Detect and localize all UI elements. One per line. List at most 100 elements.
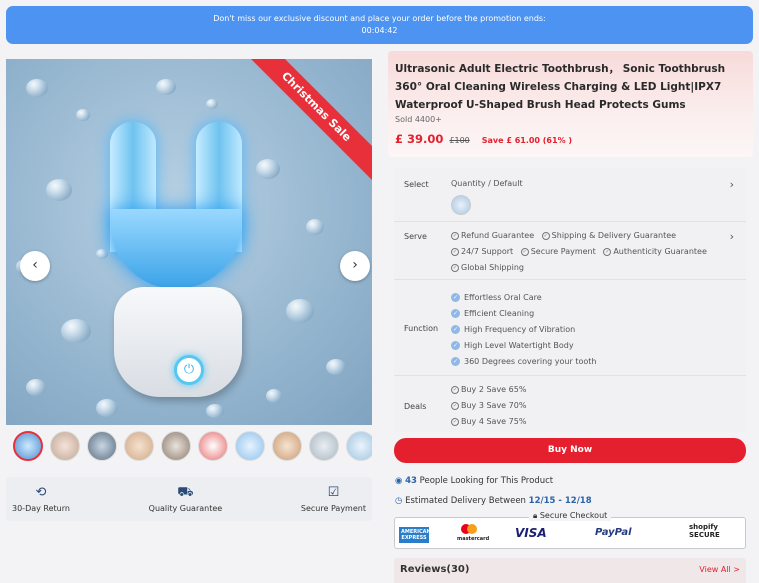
thumbnail[interactable] <box>198 431 228 461</box>
power-icon: ⏻ <box>174 355 204 385</box>
delivery-label: Estimated Delivery Between <box>405 496 526 506</box>
deals-row: Deals ✓ Buy 2 Save 65% ✓ Buy 3 Save 70% ✓ B… <box>394 376 746 432</box>
visa-logo: VISA <box>515 526 547 540</box>
buy-now-button[interactable]: Buy Now <box>394 438 746 463</box>
function-row: Function ✓ Effortless Oral Care ✓ Efficien… <box>394 280 746 376</box>
function-items: ✓ Effortless Oral Care ✓ Efficient Cleanin… <box>451 290 596 370</box>
serve-item: Refund Guarantee <box>461 231 535 240</box>
promo-message: Don't miss our exclusive discount and pl… <box>213 14 546 23</box>
guarantee-return-label: 30-Day Return <box>12 504 70 513</box>
check-circle-icon: ✓ <box>451 385 459 394</box>
check-icon: ✓ <box>451 293 460 302</box>
deals-label: Deals <box>404 402 427 411</box>
function-item: Efficient Cleaning <box>464 309 535 318</box>
serve-items: ✓ Refund Guarantee ✓ Shipping & Delivery G… <box>451 228 731 276</box>
lock-icon: 🔒︎ <box>533 511 538 520</box>
thumbnail[interactable] <box>346 431 372 461</box>
thumbnail[interactable] <box>13 431 43 461</box>
gallery-next-button[interactable]: › <box>340 251 370 281</box>
delivery-range: 12/15 - 12/18 <box>528 496 592 506</box>
thumbnail[interactable] <box>50 431 80 461</box>
check-icon: ✓ <box>451 309 460 318</box>
function-item: High Frequency of Vibration <box>464 325 576 334</box>
check-icon: ✓ <box>451 341 460 350</box>
viewer-count: 43 <box>405 476 417 486</box>
guarantee-quality-label: Quality Guarantee <box>148 504 223 513</box>
serve-row[interactable]: Serve ✓ Refund Guarantee ✓ Shipping & Deli… <box>394 222 746 280</box>
check-circle-icon: ✓ <box>603 247 612 256</box>
sold-count: Sold 4400+ <box>395 115 442 124</box>
promo-countdown: 00:04:42 <box>361 26 398 35</box>
secure-check-icon: ☑ <box>327 485 340 500</box>
dollar-return-icon: ⟲ <box>35 485 47 500</box>
thumbnail[interactable] <box>309 431 339 461</box>
serve-item: 24/7 Support <box>461 247 514 256</box>
guarantee-quality: ⛟ Quality Guarantee <box>149 477 223 521</box>
secure-checkout-title-wrap: 🔒︎ Secure Checkout <box>529 511 612 521</box>
option-swatch[interactable] <box>451 195 471 215</box>
check-circle-icon: ✓ <box>451 247 459 256</box>
view-all-link[interactable]: View All > <box>699 565 740 574</box>
thumbnail-strip <box>13 431 372 461</box>
spec-panel: Select Quantity / Default › Serve ✓ Refun… <box>394 168 746 432</box>
promo-banner: Don't miss our exclusive discount and pl… <box>6 6 753 44</box>
savings-text: Save £ 61.00 (61% ) <box>481 136 573 145</box>
chevron-left-icon: ‹ <box>32 257 38 273</box>
thumbnail[interactable] <box>272 431 302 461</box>
thumbnail[interactable] <box>87 431 117 461</box>
delivery-info: ◷ Estimated Delivery Between 12/15 - 12/… <box>395 496 592 506</box>
function-item: High Level Watertight Body <box>464 341 574 350</box>
deal-label: Buy 3 Save 70% <box>461 401 527 410</box>
guarantee-return: ⟲ 30-Day Return <box>12 477 70 521</box>
check-icon: ✓ <box>451 325 460 334</box>
thumbnail[interactable] <box>235 431 265 461</box>
shopify-logo: shopify SECURE <box>689 523 720 539</box>
price-row: £ 39.00 £100 Save £ 61.00 (61% ) <box>395 132 746 146</box>
thumbnail[interactable] <box>124 431 154 461</box>
viewers-info: ◉ 43 People Looking for This Product <box>395 476 553 486</box>
serve-label: Serve <box>404 232 427 241</box>
deal-option[interactable]: ✓ Buy 4 Save 75% <box>451 414 526 430</box>
select-value: Quantity / Default <box>451 179 523 188</box>
deal-option[interactable]: ✓ Buy 3 Save 70% <box>451 398 526 414</box>
chevron-right-icon: › <box>352 257 358 273</box>
select-row[interactable]: Select Quantity / Default › <box>394 168 746 222</box>
gallery-prev-button[interactable]: ‹ <box>20 251 50 281</box>
thumbnail[interactable] <box>161 431 191 461</box>
eye-icon: ◉ <box>395 476 403 486</box>
current-price: £ 39.00 <box>395 132 444 146</box>
product-main-image[interactable]: ⏻ Christmas Sale ‹ › <box>6 59 372 425</box>
check-circle-icon: ✓ <box>520 247 529 256</box>
reviews-title: Reviews(30) <box>400 564 470 575</box>
secure-checkout-box: 🔒︎ Secure Checkout AMERICAN EXPRESS mast… <box>394 511 746 549</box>
function-item: 360 Degrees covering your tooth <box>464 357 597 366</box>
check-circle-icon: ✓ <box>451 231 459 240</box>
check-icon: ✓ <box>451 357 460 366</box>
guarantee-secure-label: Secure Payment <box>300 504 366 513</box>
secure-checkout-title: Secure Checkout <box>539 511 608 520</box>
clock-icon: ◷ <box>395 496 403 506</box>
deal-label: Buy 2 Save 65% <box>461 385 527 394</box>
select-label: Select <box>404 180 429 189</box>
check-circle-icon: ✓ <box>451 401 459 410</box>
check-circle-icon: ✓ <box>541 231 550 240</box>
chevron-right-icon: › <box>729 178 734 191</box>
serve-item: Global Shipping <box>461 263 524 272</box>
serve-item: Authenticity Guarantee <box>613 247 707 256</box>
guarantee-secure: ☑ Secure Payment <box>301 477 366 521</box>
check-circle-icon: ✓ <box>451 263 459 272</box>
guarantee-bar: ⟲ 30-Day Return ⛟ Quality Guarantee ☑ Se… <box>6 477 372 521</box>
original-price: £100 <box>449 136 470 145</box>
truck-icon: ⛟ <box>177 485 194 500</box>
function-label: Function <box>404 324 439 333</box>
paypal-logo: PayPal <box>595 527 632 538</box>
serve-item: Shipping & Delivery Guarantee <box>551 231 677 240</box>
reviews-header: Reviews(30) View All > <box>394 558 746 583</box>
product-title: Ultrasonic Adult Electric Toothbrush， So… <box>395 63 726 111</box>
mastercard-label: mastercard <box>457 536 490 542</box>
chevron-right-icon: › <box>729 230 734 243</box>
deal-option[interactable]: ✓ Buy 2 Save 65% <box>451 382 526 398</box>
viewer-text: People Looking for This Product <box>419 476 554 486</box>
product-header: Ultrasonic Adult Electric Toothbrush， So… <box>388 51 753 157</box>
mastercard-logo: mastercard <box>457 524 490 542</box>
